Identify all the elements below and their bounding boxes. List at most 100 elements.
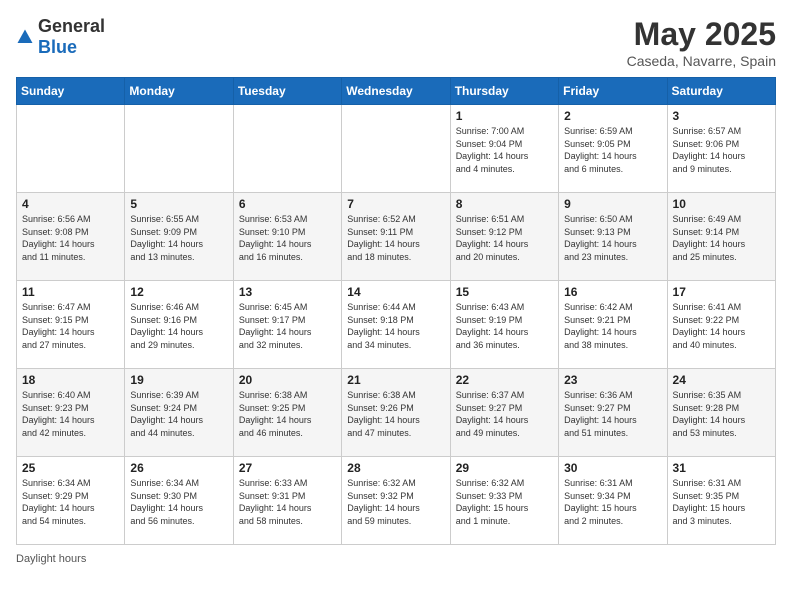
day-info: Sunrise: 6:52 AM Sunset: 9:11 PM Dayligh…: [347, 213, 444, 263]
calendar-header-monday: Monday: [125, 78, 233, 105]
calendar-cell: 10Sunrise: 6:49 AM Sunset: 9:14 PM Dayli…: [667, 193, 775, 281]
day-info: Sunrise: 6:38 AM Sunset: 9:26 PM Dayligh…: [347, 389, 444, 439]
day-number: 27: [239, 461, 336, 475]
calendar-header-tuesday: Tuesday: [233, 78, 341, 105]
calendar-cell: 3Sunrise: 6:57 AM Sunset: 9:06 PM Daylig…: [667, 105, 775, 193]
calendar-header-thursday: Thursday: [450, 78, 558, 105]
calendar-cell: 8 Sunrise: 6:51 AM Sunset: 9:12 PM Daylig…: [450, 193, 558, 281]
logo-blue: Blue: [38, 37, 77, 57]
day-number: 9: [564, 197, 661, 211]
logo: General Blue: [16, 16, 105, 58]
day-number: 2: [564, 109, 661, 123]
day-info: Sunrise: 6:44 AM Sunset: 9:18 PM Dayligh…: [347, 301, 444, 351]
day-number: 17: [673, 285, 770, 299]
calendar-header-row: SundayMondayTuesdayWednesdayThursdayFrid…: [17, 78, 776, 105]
calendar-cell: 30Sunrise: 6:31 AM Sunset: 9:34 PM Dayli…: [559, 457, 667, 545]
calendar-header-wednesday: Wednesday: [342, 78, 450, 105]
day-number: 8: [456, 197, 553, 211]
footer-label: Daylight hours: [16, 553, 86, 565]
month-title: May 2025: [627, 16, 776, 53]
day-info: Sunrise: 6:41 AM Sunset: 9:22 PM Dayligh…: [673, 301, 770, 351]
calendar-header-saturday: Saturday: [667, 78, 775, 105]
day-info: Sunrise: 6:43 AM Sunset: 9:19 PM Dayligh…: [456, 301, 553, 351]
day-number: 1: [456, 109, 553, 123]
day-info: Sunrise: 6:56 AM Sunset: 9:08 PM Dayligh…: [22, 213, 119, 263]
day-info: Sunrise: 6:50 AM Sunset: 9:13 PM Dayligh…: [564, 213, 661, 263]
page-header: General Blue May 2025 Caseda, Navarre, S…: [16, 16, 776, 69]
calendar-cell: 16 Sunrise: 6:42 AM Sunset: 9:21 PM Dayli…: [559, 281, 667, 369]
day-number: 13: [239, 285, 336, 299]
day-number: 23: [564, 373, 661, 387]
calendar-cell: 26Sunrise: 6:34 AM Sunset: 9:30 PM Dayli…: [125, 457, 233, 545]
calendar-cell: 20 Sunrise: 6:38 AM Sunset: 9:25 PM Dayli…: [233, 369, 341, 457]
day-number: 15: [456, 285, 553, 299]
day-info: Sunrise: 6:42 AM Sunset: 9:21 PM Dayligh…: [564, 301, 661, 351]
day-info: Sunrise: 7:00 AM Sunset: 9:04 PM Dayligh…: [456, 125, 553, 175]
day-info: Sunrise: 6:36 AM Sunset: 9:27 PM Dayligh…: [564, 389, 661, 439]
calendar-cell: 13 Sunrise: 6:45 AM Sunset: 9:17 PM Dayli…: [233, 281, 341, 369]
calendar-cell: 7 Sunrise: 6:52 AM Sunset: 9:11 PM Daylig…: [342, 193, 450, 281]
calendar-header-friday: Friday: [559, 78, 667, 105]
calendar-cell: 24Sunrise: 6:35 AM Sunset: 9:28 PM Dayli…: [667, 369, 775, 457]
calendar-week-4: 18Sunrise: 6:40 AM Sunset: 9:23 PM Dayli…: [17, 369, 776, 457]
logo-text: General Blue: [38, 16, 105, 58]
day-info: Sunrise: 6:46 AM Sunset: 9:16 PM Dayligh…: [130, 301, 227, 351]
day-info: Sunrise: 6:34 AM Sunset: 9:29 PM Dayligh…: [22, 477, 119, 527]
calendar-cell: 14Sunrise: 6:44 AM Sunset: 9:18 PM Dayli…: [342, 281, 450, 369]
day-number: 6: [239, 197, 336, 211]
calendar-cell: [233, 105, 341, 193]
title-block: May 2025 Caseda, Navarre, Spain: [627, 16, 776, 69]
calendar-cell: 5 Sunrise: 6:55 AM Sunset: 9:09 PM Daylig…: [125, 193, 233, 281]
day-number: 16: [564, 285, 661, 299]
calendar-cell: [125, 105, 233, 193]
day-info: Sunrise: 6:31 AM Sunset: 9:35 PM Dayligh…: [673, 477, 770, 527]
calendar-cell: 12 Sunrise: 6:46 AM Sunset: 9:16 PM Dayli…: [125, 281, 233, 369]
calendar-week-3: 11Sunrise: 6:47 AM Sunset: 9:15 PM Dayli…: [17, 281, 776, 369]
day-number: 19: [130, 373, 227, 387]
calendar-cell: [17, 105, 125, 193]
day-number: 5: [130, 197, 227, 211]
calendar-cell: [342, 105, 450, 193]
day-number: 22: [456, 373, 553, 387]
day-info: Sunrise: 6:34 AM Sunset: 9:30 PM Dayligh…: [130, 477, 227, 527]
day-info: Sunrise: 6:33 AM Sunset: 9:31 PM Dayligh…: [239, 477, 336, 527]
calendar-header-sunday: Sunday: [17, 78, 125, 105]
day-number: 11: [22, 285, 119, 299]
calendar-cell: 19 Sunrise: 6:39 AM Sunset: 9:24 PM Dayli…: [125, 369, 233, 457]
calendar-cell: 9 Sunrise: 6:50 AM Sunset: 9:13 PM Daylig…: [559, 193, 667, 281]
calendar-cell: 28Sunrise: 6:32 AM Sunset: 9:32 PM Dayli…: [342, 457, 450, 545]
calendar-cell: 25 Sunrise: 6:34 AM Sunset: 9:29 PM Dayli…: [17, 457, 125, 545]
day-number: 20: [239, 373, 336, 387]
day-number: 12: [130, 285, 227, 299]
day-info: Sunrise: 6:49 AM Sunset: 9:14 PM Dayligh…: [673, 213, 770, 263]
logo-icon: [16, 28, 34, 46]
day-info: Sunrise: 6:59 AM Sunset: 9:05 PM Dayligh…: [564, 125, 661, 175]
day-number: 29: [456, 461, 553, 475]
calendar-cell: 11Sunrise: 6:47 AM Sunset: 9:15 PM Dayli…: [17, 281, 125, 369]
calendar-cell: 29Sunrise: 6:32 AM Sunset: 9:33 PM Dayli…: [450, 457, 558, 545]
logo-general: General: [38, 16, 105, 36]
day-number: 3: [673, 109, 770, 123]
calendar-cell: 15 Sunrise: 6:43 AM Sunset: 9:19 PM Dayli…: [450, 281, 558, 369]
calendar-table: SundayMondayTuesdayWednesdayThursdayFrid…: [16, 77, 776, 545]
day-info: Sunrise: 6:39 AM Sunset: 9:24 PM Dayligh…: [130, 389, 227, 439]
calendar-week-2: 4Sunrise: 6:56 AM Sunset: 9:08 PM Daylig…: [17, 193, 776, 281]
day-info: Sunrise: 6:31 AM Sunset: 9:34 PM Dayligh…: [564, 477, 661, 527]
day-number: 25: [22, 461, 119, 475]
calendar-cell: 6 Sunrise: 6:53 AM Sunset: 9:10 PM Daylig…: [233, 193, 341, 281]
day-info: Sunrise: 6:51 AM Sunset: 9:12 PM Dayligh…: [456, 213, 553, 263]
calendar-cell: 21 Sunrise: 6:38 AM Sunset: 9:26 PM Dayli…: [342, 369, 450, 457]
calendar-cell: 23 Sunrise: 6:36 AM Sunset: 9:27 PM Dayli…: [559, 369, 667, 457]
day-number: 28: [347, 461, 444, 475]
day-number: 31: [673, 461, 770, 475]
day-info: Sunrise: 6:40 AM Sunset: 9:23 PM Dayligh…: [22, 389, 119, 439]
day-info: Sunrise: 6:55 AM Sunset: 9:09 PM Dayligh…: [130, 213, 227, 263]
day-number: 7: [347, 197, 444, 211]
calendar-cell: 17 Sunrise: 6:41 AM Sunset: 9:22 PM Dayli…: [667, 281, 775, 369]
location: Caseda, Navarre, Spain: [627, 53, 776, 69]
day-number: 21: [347, 373, 444, 387]
day-info: Sunrise: 6:45 AM Sunset: 9:17 PM Dayligh…: [239, 301, 336, 351]
day-info: Sunrise: 6:38 AM Sunset: 9:25 PM Dayligh…: [239, 389, 336, 439]
day-info: Sunrise: 6:35 AM Sunset: 9:28 PM Dayligh…: [673, 389, 770, 439]
day-info: Sunrise: 6:53 AM Sunset: 9:10 PM Dayligh…: [239, 213, 336, 263]
